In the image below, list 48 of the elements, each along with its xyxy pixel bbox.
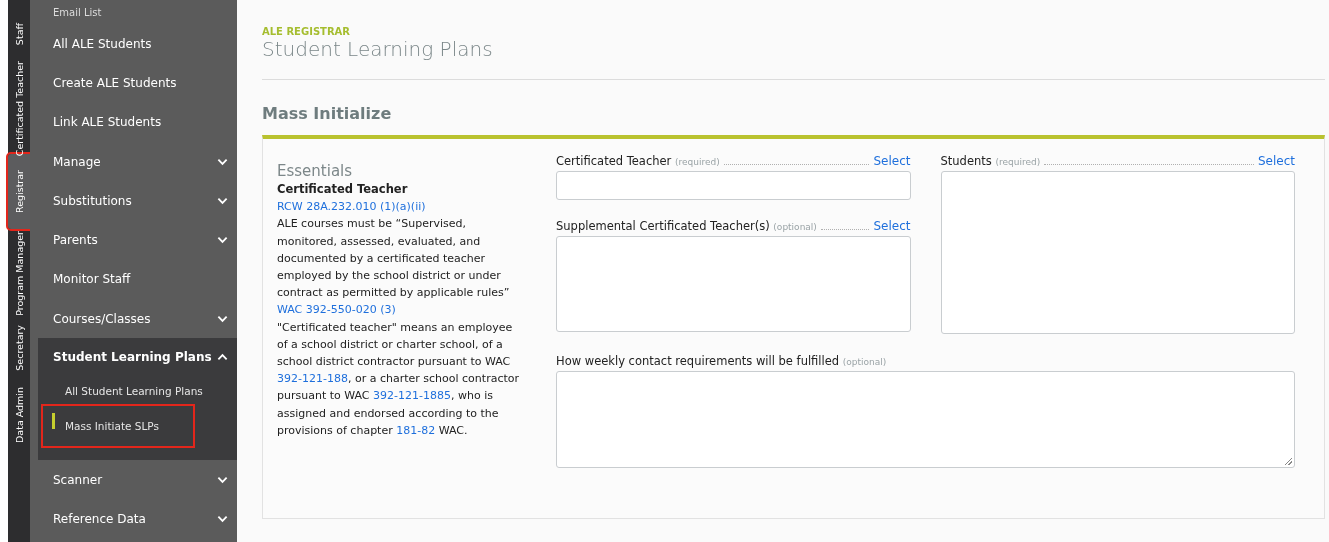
select-link[interactable]: Select xyxy=(1257,154,1295,168)
list-field[interactable] xyxy=(556,235,911,332)
nav-subitem[interactable]: Mass Initiate SLPs xyxy=(43,406,193,447)
nav-item[interactable]: Parents xyxy=(30,220,237,260)
essentials-heading: Essentials xyxy=(277,161,354,181)
chevron-down-icon xyxy=(217,515,228,524)
chevron-down-icon xyxy=(217,314,228,323)
chevron-down-icon xyxy=(217,476,228,484)
chevron-up-icon xyxy=(217,353,228,362)
essentials-paragraph: ALE courses must be “Supervised, monitored, assessed, evaluated, and documented by a certificated teacher employed by the school district or under contract as permitted by applicable rules” xyxy=(277,216,511,302)
nav-subitem[interactable]: All Student Learning Plans xyxy=(38,376,237,407)
input-field[interactable] xyxy=(556,171,911,200)
field-label: Supplemental Certificated Teacher(s) (optional) xyxy=(556,218,817,233)
reference-link[interactable]: 181-82 xyxy=(396,423,436,437)
nav-item[interactable]: Create ALE Students xyxy=(30,63,237,103)
nav-item[interactable]: Monitor Staff xyxy=(30,259,237,300)
text-area[interactable] xyxy=(556,371,1295,468)
nav-item[interactable]: Courses/Classes xyxy=(30,299,237,339)
essentials-paragraph: "Certificated teacher" means an employee of a school district or charter school, of a school district contractor pursuant to WAC 392-121-188, or a charter school contractor pursuant to WAC 392-121-1885, who is assigned and endorsed according to the provisions of chapter 181-82 WAC. xyxy=(277,319,520,439)
nav-item[interactable]: All ALE Students xyxy=(30,24,237,64)
field-label: Certificated Teacher (required) xyxy=(556,154,720,168)
chevron-down-icon xyxy=(217,196,228,205)
reference-link[interactable]: 392-121-188 xyxy=(277,372,348,386)
field-label: Students (required) xyxy=(940,154,1041,168)
list-field[interactable] xyxy=(940,171,1295,334)
reference-link[interactable]: RCW 28A.232.010 (1)(a)(ii) xyxy=(277,198,522,216)
nav-item[interactable]: Manage xyxy=(30,141,237,182)
reference-link[interactable]: WAC 392-550-020 (3) xyxy=(277,301,522,319)
reference-link[interactable]: 392-121-1885 xyxy=(373,389,451,403)
role-tab[interactable]: Data Admin xyxy=(8,379,30,451)
page-eyebrow: ALE REGISTRAR xyxy=(262,26,351,37)
nav-item[interactable]: Substitutions xyxy=(30,181,237,221)
nav-item[interactable]: Scanner xyxy=(30,460,237,500)
role-tab[interactable]: Program Manager xyxy=(8,229,30,317)
essentials-subheading: Certificated Teacher xyxy=(277,181,409,198)
select-link[interactable]: Select xyxy=(873,154,911,168)
role-tab[interactable]: Secretary xyxy=(8,317,30,379)
section-title: Mass Initialize xyxy=(262,104,392,123)
nav-item[interactable]: Link ALE Students xyxy=(30,102,237,142)
nav-item[interactable]: Student Learning Plans xyxy=(38,338,237,377)
chevron-down-icon xyxy=(217,236,228,245)
field-label: How weekly contact requirements will be fulfilled (optional) xyxy=(556,354,887,368)
nav-item[interactable]: Email List xyxy=(30,0,237,24)
resize-handle-icon[interactable] xyxy=(1285,458,1292,465)
nav-item[interactable]: Reference Data xyxy=(30,499,237,539)
page-title: Student Learning Plans xyxy=(262,37,493,61)
select-link[interactable]: Select xyxy=(873,218,911,233)
chevron-down-icon xyxy=(217,157,228,166)
